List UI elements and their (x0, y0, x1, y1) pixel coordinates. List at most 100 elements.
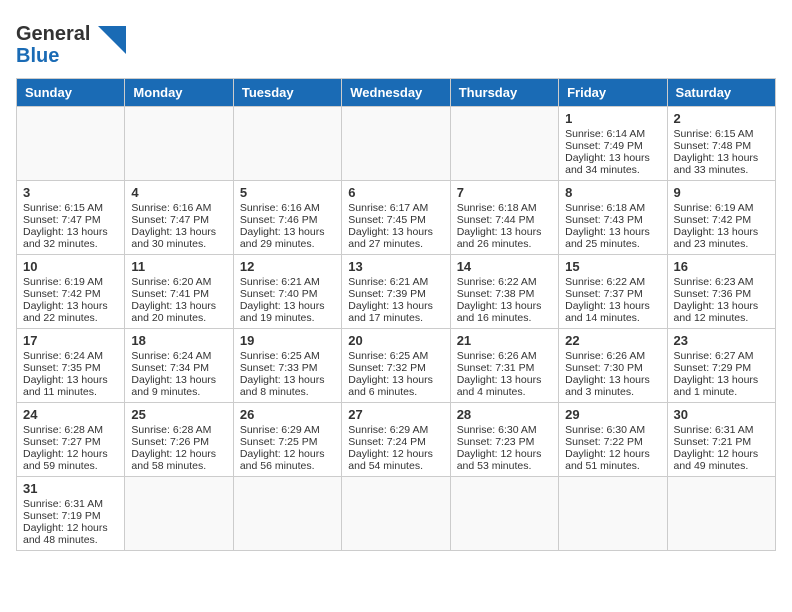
day-info: Sunrise: 6:15 AM (674, 128, 769, 140)
day-info: Sunrise: 6:25 AM (240, 350, 335, 362)
day-number: 26 (240, 407, 335, 422)
day-info: Sunset: 7:43 PM (565, 214, 660, 226)
day-info: Daylight: 13 hours and 23 minutes. (674, 226, 769, 250)
calendar-cell: 26Sunrise: 6:29 AMSunset: 7:25 PMDayligh… (233, 403, 341, 477)
day-info: Daylight: 13 hours and 4 minutes. (457, 374, 552, 398)
svg-text:General: General (16, 23, 90, 45)
calendar-cell: 27Sunrise: 6:29 AMSunset: 7:24 PMDayligh… (342, 403, 450, 477)
page-header: General Blue (16, 16, 776, 68)
calendar-cell: 3Sunrise: 6:15 AMSunset: 7:47 PMDaylight… (17, 181, 125, 255)
day-info: Sunset: 7:38 PM (457, 288, 552, 300)
svg-text:Blue: Blue (16, 45, 59, 67)
calendar-cell: 22Sunrise: 6:26 AMSunset: 7:30 PMDayligh… (559, 329, 667, 403)
day-info: Sunrise: 6:18 AM (565, 202, 660, 214)
day-info: Sunrise: 6:17 AM (348, 202, 443, 214)
calendar-cell (233, 107, 341, 181)
day-header-thursday: Thursday (450, 79, 558, 107)
calendar-cell: 16Sunrise: 6:23 AMSunset: 7:36 PMDayligh… (667, 255, 775, 329)
day-number: 14 (457, 259, 552, 274)
calendar-cell: 8Sunrise: 6:18 AMSunset: 7:43 PMDaylight… (559, 181, 667, 255)
day-info: Sunrise: 6:16 AM (131, 202, 226, 214)
calendar-cell (125, 107, 233, 181)
day-number: 17 (23, 333, 118, 348)
day-info: Daylight: 13 hours and 14 minutes. (565, 300, 660, 324)
day-info: Sunset: 7:35 PM (23, 362, 118, 374)
day-header-sunday: Sunday (17, 79, 125, 107)
day-info: Daylight: 13 hours and 3 minutes. (565, 374, 660, 398)
day-number: 16 (674, 259, 769, 274)
day-info: Daylight: 13 hours and 26 minutes. (457, 226, 552, 250)
day-number: 8 (565, 185, 660, 200)
day-number: 3 (23, 185, 118, 200)
calendar-cell: 23Sunrise: 6:27 AMSunset: 7:29 PMDayligh… (667, 329, 775, 403)
day-info: Sunrise: 6:21 AM (348, 276, 443, 288)
day-info: Sunset: 7:22 PM (565, 436, 660, 448)
calendar-cell: 1Sunrise: 6:14 AMSunset: 7:49 PMDaylight… (559, 107, 667, 181)
day-header-friday: Friday (559, 79, 667, 107)
day-info: Sunset: 7:39 PM (348, 288, 443, 300)
calendar-cell: 13Sunrise: 6:21 AMSunset: 7:39 PMDayligh… (342, 255, 450, 329)
day-info: Sunrise: 6:31 AM (674, 424, 769, 436)
logo-svg: General Blue (16, 16, 126, 68)
calendar-cell: 11Sunrise: 6:20 AMSunset: 7:41 PMDayligh… (125, 255, 233, 329)
calendar-table: SundayMondayTuesdayWednesdayThursdayFrid… (16, 78, 776, 551)
day-number: 2 (674, 111, 769, 126)
calendar-week-row: 24 Sunrise: 6:28 AM Sunset: 7:27 PMDayligh… (17, 403, 776, 477)
day-number: 23 (674, 333, 769, 348)
day-info: Sunset: 7:37 PM (565, 288, 660, 300)
calendar-cell: 30Sunrise: 6:31 AMSunset: 7:21 PMDayligh… (667, 403, 775, 477)
calendar-cell: 4Sunrise: 6:16 AMSunset: 7:47 PMDaylight… (125, 181, 233, 255)
calendar-cell: 6Sunrise: 6:17 AMSunset: 7:45 PMDaylight… (342, 181, 450, 255)
day-info: Sunset: 7:21 PM (674, 436, 769, 448)
day-info: Sunset: 7:36 PM (674, 288, 769, 300)
day-info: Sunset: 7:47 PM (23, 214, 118, 226)
calendar-cell (233, 477, 341, 551)
day-header-monday: Monday (125, 79, 233, 107)
day-number: 6 (348, 185, 443, 200)
day-number: 29 (565, 407, 660, 422)
calendar-cell: 24Sunrise: 6:28 AMSunset: 7:27 PMDayligh… (17, 403, 125, 477)
day-number: 19 (240, 333, 335, 348)
day-info: Sunrise: 6:16 AM (240, 202, 335, 214)
day-header-tuesday: Tuesday (233, 79, 341, 107)
calendar-cell: 28Sunrise: 6:30 AMSunset: 7:23 PMDayligh… (450, 403, 558, 477)
day-info: Sunset: 7:42 PM (23, 288, 118, 300)
day-number: 5 (240, 185, 335, 200)
day-info: Daylight: 12 hours and 59 minutes. (23, 448, 118, 472)
calendar-cell: 18Sunrise: 6:24 AMSunset: 7:34 PMDayligh… (125, 329, 233, 403)
day-number: 11 (131, 259, 226, 274)
calendar-cell (125, 477, 233, 551)
calendar-cell: 7 Sunrise: 6:18 AMSunset: 7:44 PMDaylight… (450, 181, 558, 255)
day-info: Sunset: 7:30 PM (565, 362, 660, 374)
calendar-cell: 21Sunrise: 6:26 AMSunset: 7:31 PMDayligh… (450, 329, 558, 403)
day-info: Daylight: 13 hours and 34 minutes. (565, 152, 660, 176)
day-info: Sunrise: 6:26 AM (457, 350, 552, 362)
day-info: Sunset: 7:40 PM (240, 288, 335, 300)
day-info: Sunrise: 6:24 AM (23, 350, 118, 362)
day-info: Sunrise: 6:22 AM (565, 276, 660, 288)
day-info: Daylight: 13 hours and 11 minutes. (23, 374, 118, 398)
day-info: Sunrise: 6:14 AM (565, 128, 660, 140)
day-number: 22 (565, 333, 660, 348)
day-info: Sunset: 7:44 PM (457, 214, 552, 226)
day-info: Sunrise: 6:29 AM (348, 424, 443, 436)
day-info: Sunrise: 6:18 AM (457, 202, 552, 214)
day-number: 7 (457, 185, 552, 200)
day-number: 10 (23, 259, 118, 274)
calendar-cell: 5Sunrise: 6:16 AMSunset: 7:46 PMDaylight… (233, 181, 341, 255)
day-info: Sunset: 7:27 PM (23, 436, 118, 448)
day-info: Sunset: 7:23 PM (457, 436, 552, 448)
day-info: Sunset: 7:42 PM (674, 214, 769, 226)
day-info: Sunrise: 6:20 AM (131, 276, 226, 288)
day-info: Daylight: 13 hours and 17 minutes. (348, 300, 443, 324)
day-number: 24 (23, 407, 118, 422)
day-info: Daylight: 13 hours and 1 minute. (674, 374, 769, 398)
day-number: 1 (565, 111, 660, 126)
calendar-cell (450, 107, 558, 181)
day-info: Sunset: 7:47 PM (131, 214, 226, 226)
day-info: Daylight: 13 hours and 12 minutes. (674, 300, 769, 324)
day-info: Daylight: 13 hours and 32 minutes. (23, 226, 118, 250)
day-info: Sunrise: 6:28 AM (131, 424, 226, 436)
calendar-cell: 9Sunrise: 6:19 AMSunset: 7:42 PMDaylight… (667, 181, 775, 255)
calendar-cell: 2Sunrise: 6:15 AMSunset: 7:48 PMDaylight… (667, 107, 775, 181)
